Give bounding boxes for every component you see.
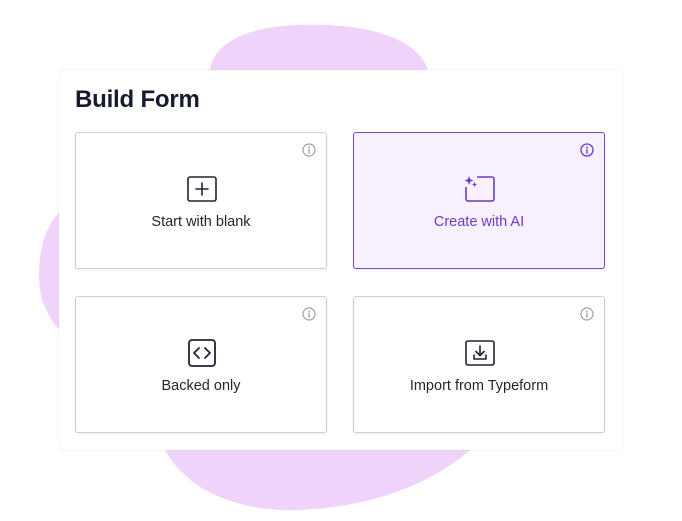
download-tray-icon [465, 340, 495, 366]
card-label: Import from Typeform [409, 378, 549, 394]
info-icon[interactable] [580, 143, 594, 157]
info-icon[interactable] [302, 143, 316, 157]
info-icon[interactable] [580, 307, 594, 321]
card-label: Start with blank [151, 214, 251, 230]
import-from-typeform-card[interactable]: Import from Typeform [353, 296, 605, 433]
sparkle-window-icon [464, 175, 495, 202]
build-form-panel: Build Form Start with blank Create with … [59, 70, 623, 450]
card-label: Backed only [161, 378, 241, 394]
plus-square-icon [187, 176, 217, 202]
card-label: Create with AI [433, 214, 525, 230]
create-with-ai-card[interactable]: Create with AI [353, 132, 605, 269]
code-brackets-icon [188, 339, 216, 367]
info-icon[interactable] [302, 307, 316, 321]
backed-only-card[interactable]: Backed only [75, 296, 327, 433]
page-title: Build Form [75, 86, 200, 113]
stage: Build Form Start with blank Create with … [0, 0, 682, 521]
start-with-blank-card[interactable]: Start with blank [75, 132, 327, 269]
